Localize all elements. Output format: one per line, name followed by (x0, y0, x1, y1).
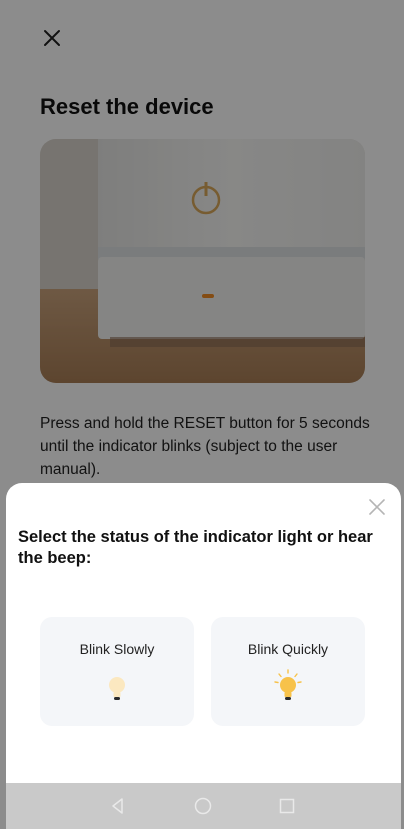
reset-device-screen: Reset the device Press and hold the RESE… (0, 0, 404, 829)
option-label: Blink Quickly (247, 641, 329, 657)
close-icon[interactable] (367, 497, 387, 517)
sheet-title: Select the status of the indicator light… (18, 528, 373, 567)
blink-quickly-option[interactable]: Blink Quickly (211, 617, 365, 726)
recents-square-icon[interactable] (277, 796, 297, 816)
option-label: Blink Slowly (79, 641, 155, 657)
bulb-icon (109, 677, 125, 700)
indicator-status-sheet: Select the status of the indicator light… (6, 483, 401, 783)
back-triangle-icon[interactable] (108, 796, 128, 816)
blink-slowly-option[interactable]: Blink Slowly (40, 617, 194, 726)
system-navigation-bar (6, 783, 401, 829)
home-circle-icon[interactable] (193, 796, 213, 816)
bulb-glowing-icon (274, 669, 302, 700)
